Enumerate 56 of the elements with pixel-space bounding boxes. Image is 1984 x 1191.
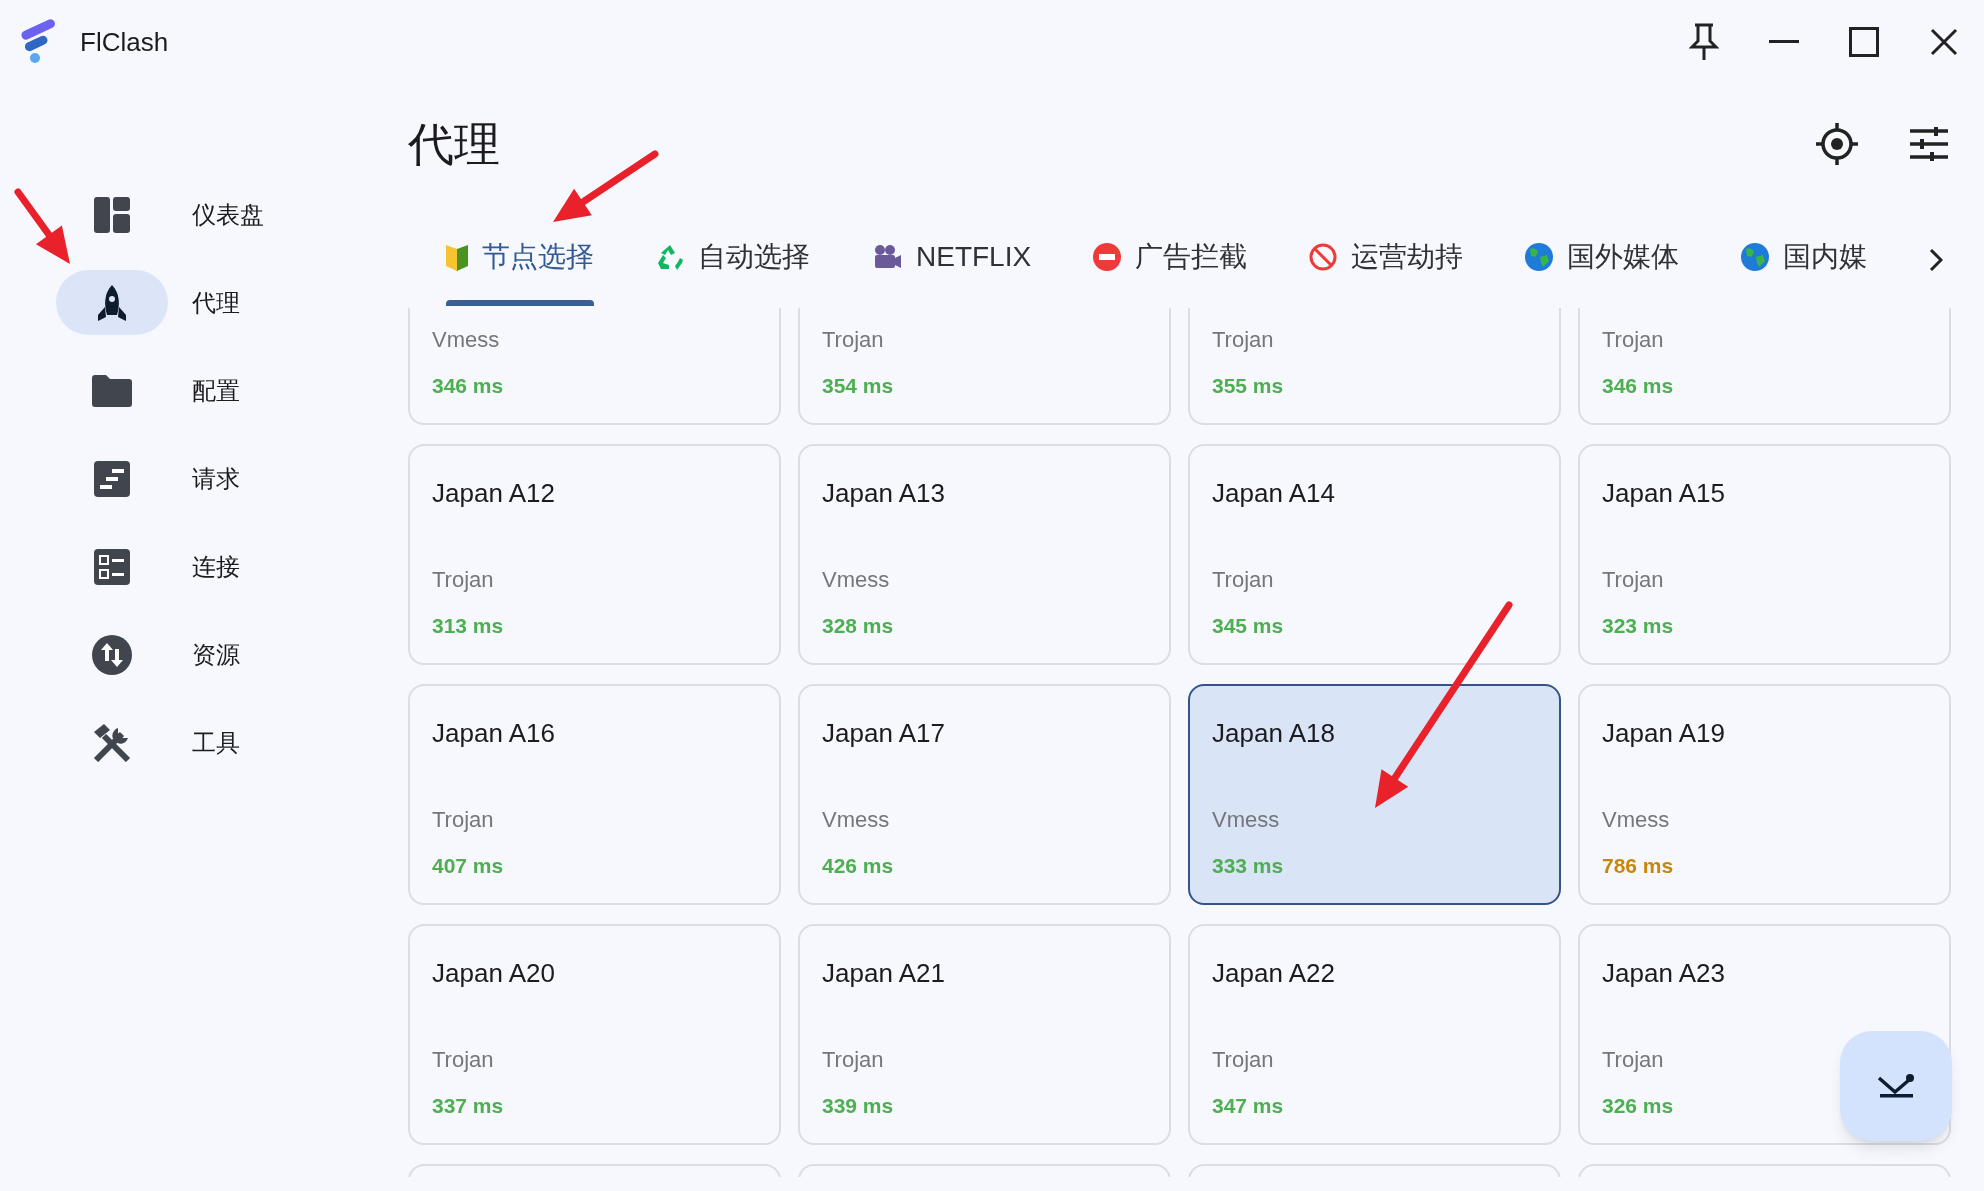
app-title: FlClash [80,25,169,59]
tab[interactable]: 自动选择 [656,236,810,306]
tab[interactable]: 节点选择 [446,236,594,306]
tab[interactable]: NETFLIX [872,236,1032,306]
sidebar-item[interactable]: 资源 [56,622,408,687]
chevron-right-icon [1929,248,1943,272]
dashboard-icon [94,196,130,233]
sliders-icon [1910,127,1948,161]
proxy-node-card[interactable]: Trojan 354 ms [798,308,1171,425]
badge-icon [446,243,468,271]
minimize-icon [1769,40,1799,44]
up-down-arrows-icon [92,634,132,675]
proxy-node-card[interactable]: Japan A21 Trojan 339 ms [798,924,1171,1145]
globe-icon [1741,243,1770,271]
proxy-node-card[interactable]: Japan A22 Trojan 347 ms [1188,924,1561,1145]
pin-icon [1689,23,1719,61]
sidebar-item[interactable]: 代理 [56,270,408,335]
locate-button[interactable] [1813,120,1861,168]
proxy-node-card[interactable]: Japan A15 Trojan 323 ms [1578,444,1951,665]
proxy-node-card[interactable]: Japan A17 Vmess 426 ms [798,684,1171,905]
proxy-node-card[interactable]: Japan A19 Vmess 786 ms [1578,684,1951,905]
folder-icon [92,374,132,407]
sidebar-item[interactable]: 连接 [56,534,408,599]
scroll-to-selected-button[interactable] [1840,1031,1952,1141]
prohibited-icon [1309,243,1338,271]
sidebar-item[interactable]: 仪表盘 [56,182,408,247]
checklist-icon [94,548,130,585]
proxy-node-card[interactable]: Japan A14 Trojan 345 ms [1188,444,1561,665]
page-title: 代理 [408,116,500,172]
proxy-node-card[interactable]: Trojan 346 ms [1578,308,1951,425]
proxy-node-card[interactable]: Japan A20 Trojan 337 ms [408,924,781,1145]
close-icon [1930,28,1958,56]
proxy-node-card[interactable]: Japan A18 Vmess 333 ms [1188,684,1561,905]
movie-camera-icon [872,244,902,270]
sidebar-item[interactable]: 请求 [56,446,408,511]
proxy-node-card[interactable]: Vmess 346 ms [408,308,781,425]
tab[interactable]: 运营劫持 [1309,236,1464,306]
tab[interactable]: 广告拦截 [1093,236,1248,306]
proxy-node-card[interactable]: Japan A16 Trojan 407 ms [408,684,781,905]
proxy-node-card[interactable]: Japan A13 Vmess 328 ms [798,444,1171,665]
list-icon [94,460,130,497]
tools-icon [92,723,132,762]
globe-icon [1525,243,1554,271]
recycle-icon [656,243,684,271]
check-line-icon [1877,1074,1915,1098]
tab[interactable]: 国外媒体 [1525,236,1680,306]
tab[interactable]: 国内媒 [1741,236,1868,306]
crosshair-icon [1815,122,1859,166]
rocket-icon [98,284,126,321]
sidebar-item[interactable]: 配置 [56,358,408,423]
proxy-node-card[interactable]: Japan A12 Trojan 313 ms [408,444,781,665]
sidebar-item[interactable]: 工具 [56,710,408,775]
no-entry-icon [1093,243,1122,271]
proxy-node-card[interactable]: Trojan 355 ms [1188,308,1561,425]
maximize-icon [1849,27,1879,57]
pin-button[interactable] [1686,22,1722,62]
